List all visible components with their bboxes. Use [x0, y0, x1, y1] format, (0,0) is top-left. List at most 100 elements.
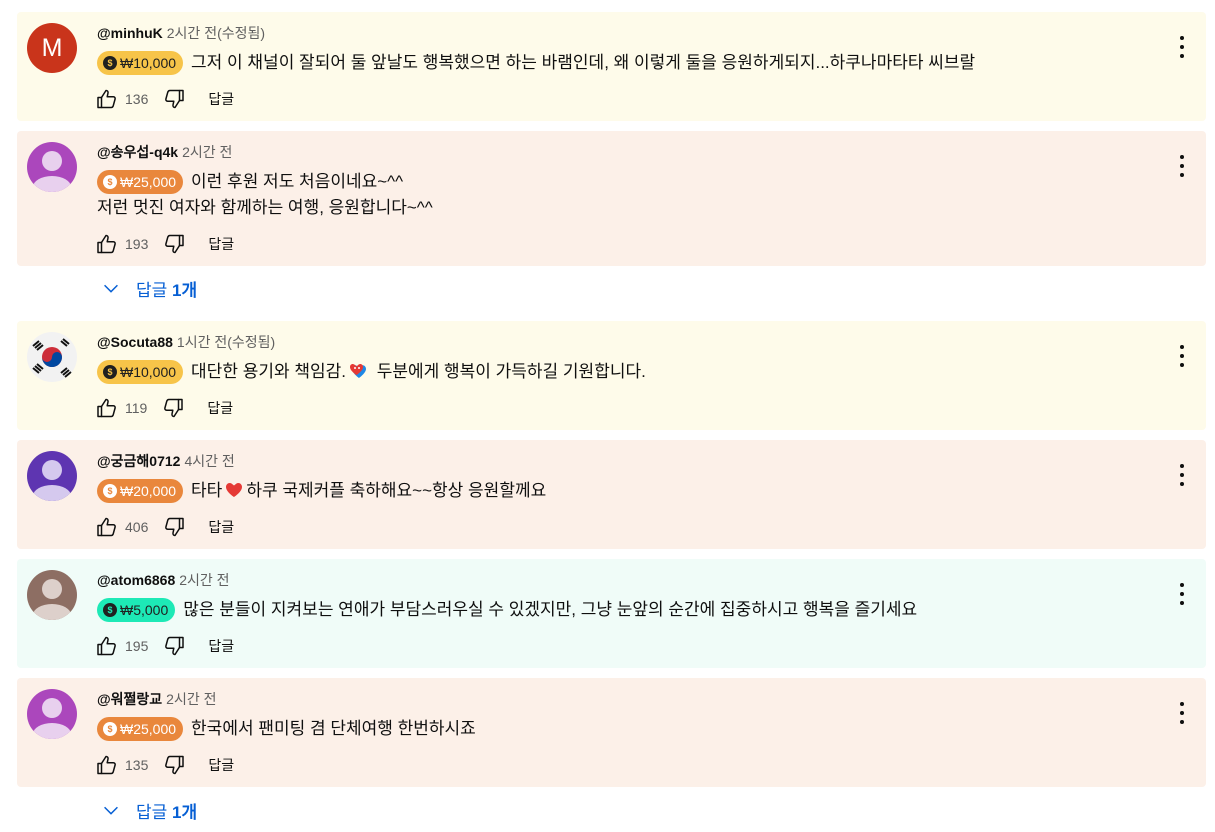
- super-thanks-badge: $ ₩20,000: [97, 478, 184, 503]
- comment-text: 그저 이 채널이 잘되어 둘 앞날도 행복했으면 하는 바램인데, 왜 이렇게 …: [191, 53, 976, 72]
- comment-timestamp[interactable]: 2시간 전(수정됨): [167, 25, 265, 41]
- comment-body: $ ₩20,000 타타 하쿠 국제커플 축하해요~~항상 응원할께요: [97, 478, 547, 505]
- comment-text: 두분에게 행복이 가득하길 기원합니다.: [371, 362, 646, 381]
- comment-header: @atom6868 2시간 전: [97, 571, 230, 589]
- avatar[interactable]: [27, 689, 77, 739]
- comment-text: 대단한 용기와 책임감.: [191, 362, 346, 381]
- like-button[interactable]: [95, 232, 119, 256]
- more-vertical-icon[interactable]: [1176, 155, 1188, 177]
- comment-text: 많은 분들이 지켜보는 연애가 부담스러우실 수 있겠지만, 그냥 눈앞의 순간…: [183, 600, 918, 619]
- super-thanks-badge: $ ₩25,000: [97, 716, 184, 741]
- dislike-button[interactable]: [162, 634, 186, 658]
- avatar[interactable]: M: [27, 23, 77, 73]
- author-name[interactable]: @송우섭-q4k: [97, 144, 178, 160]
- more-vertical-icon[interactable]: [1176, 702, 1188, 724]
- like-count: 136: [125, 91, 149, 107]
- dislike-button[interactable]: [161, 396, 185, 420]
- comment-text: 이런 후원 저도 처음이네요~^^: [191, 172, 404, 191]
- author-name[interactable]: @atom6868: [97, 572, 175, 588]
- like-button[interactable]: [95, 87, 119, 111]
- reply-button[interactable]: 답글: [208, 755, 234, 775]
- more-vertical-icon[interactable]: [1176, 36, 1188, 58]
- comment-actions: 193 답글: [95, 231, 234, 257]
- default-avatar-icon: [27, 451, 77, 501]
- super-thanks-coin-icon: $: [103, 483, 117, 498]
- comment-text: 하쿠 국제커플 축하해요~~항상 응원할께요: [246, 481, 547, 500]
- avatar[interactable]: [27, 332, 77, 382]
- thumb-down-icon: [165, 636, 185, 656]
- comment-thread: @Socuta88 1시간 전(수정됨) $ ₩10,000 대단한 용기와 책임감.…: [17, 321, 1206, 430]
- comment-actions: 135 답글: [95, 752, 234, 778]
- more-vertical-icon[interactable]: [1176, 345, 1188, 367]
- like-button[interactable]: [95, 396, 119, 420]
- comment-header: @송우섭-q4k 2시간 전: [97, 143, 232, 161]
- more-vertical-icon[interactable]: [1176, 464, 1188, 486]
- avatar[interactable]: [27, 142, 77, 192]
- replies-label: 답글: [136, 802, 168, 822]
- comment-line: $ ₩10,000 대단한 용기와 책임감. 두분에게 행복이 가득하길 기원합니다…: [97, 359, 646, 386]
- comment-body: $ ₩5,000 많은 분들이 지켜보는 연애가 부담스러우실 수 있겠지만, 그냥…: [97, 597, 918, 624]
- super-thanks-badge: $ ₩10,000: [97, 50, 184, 75]
- like-button[interactable]: [95, 753, 119, 777]
- comment-thread: @궁금해0712 4시간 전 $ ₩20,000 타타 하쿠 국제커플 축하해요~~항상…: [17, 440, 1206, 549]
- like-button[interactable]: [95, 634, 119, 658]
- author-name[interactable]: @궁금해0712: [97, 453, 180, 469]
- thumb-down-icon: [164, 398, 184, 418]
- comment-text: 타타: [191, 481, 223, 500]
- view-replies-button[interactable]: 답글 1개: [100, 275, 197, 301]
- donation-amount: ₩10,000: [120, 54, 177, 71]
- comment-timestamp[interactable]: 1시간 전(수정됨): [177, 334, 275, 350]
- comment-header: @궁금해0712 4시간 전: [97, 452, 235, 470]
- author-name[interactable]: @Socuta88: [97, 334, 173, 350]
- chevron-down-icon: [104, 284, 118, 293]
- dislike-button[interactable]: [162, 232, 186, 256]
- comment-timestamp[interactable]: 4시간 전: [184, 453, 234, 469]
- reply-button[interactable]: 답글: [208, 89, 234, 109]
- dislike-button[interactable]: [162, 515, 186, 539]
- comment-body: $ ₩25,000 이런 후원 저도 처음이네요~^^ 저런 멋진 여자와 함께하는…: [97, 169, 433, 222]
- replies-count: 1개: [172, 802, 198, 822]
- donation-amount: ₩20,000: [120, 482, 177, 499]
- comment-line: $ ₩20,000 타타 하쿠 국제커플 축하해요~~항상 응원할께요: [97, 478, 547, 505]
- comment-header: @Socuta88 1시간 전(수정됨): [97, 333, 275, 351]
- comment-text: 한국에서 팬미팅 겸 단체여행 한번하시죠: [191, 719, 476, 738]
- comment-header: @워쩔랑교 2시간 전: [97, 690, 217, 708]
- thumb-up-icon: [97, 398, 116, 418]
- super-thanks-coin-icon: $: [103, 55, 117, 70]
- donation-amount: ₩10,000: [120, 363, 177, 380]
- reply-button[interactable]: 답글: [208, 517, 234, 537]
- blue-heart-emoji: [349, 363, 366, 378]
- chevron-down-icon: [104, 806, 118, 815]
- comment-line: $ ₩25,000 한국에서 팬미팅 겸 단체여행 한번하시죠: [97, 716, 476, 743]
- thumb-down-icon: [165, 755, 185, 775]
- comment-timestamp[interactable]: 2시간 전: [166, 691, 216, 707]
- donation-amount: ₩25,000: [120, 173, 177, 190]
- like-count: 193: [125, 236, 149, 252]
- super-thanks-coin-icon: $: [103, 721, 117, 736]
- comment-body: $ ₩25,000 한국에서 팬미팅 겸 단체여행 한번하시죠: [97, 716, 476, 743]
- comment-timestamp[interactable]: 2시간 전: [179, 572, 229, 588]
- super-thanks-badge: $ ₩5,000: [97, 597, 176, 622]
- reply-button[interactable]: 답글: [207, 398, 233, 418]
- reply-button[interactable]: 답글: [208, 636, 234, 656]
- comment-actions: 136 답글: [95, 86, 234, 112]
- author-name[interactable]: @minhuK: [97, 25, 163, 41]
- more-vertical-icon[interactable]: [1176, 583, 1188, 605]
- view-replies-button[interactable]: 답글 1개: [100, 797, 197, 823]
- author-name[interactable]: @워쩔랑교: [97, 691, 162, 707]
- dislike-button[interactable]: [162, 753, 186, 777]
- comment-actions: 119 답글: [95, 395, 233, 421]
- avatar-letter: M: [41, 33, 63, 62]
- replies-count: 1개: [172, 280, 198, 300]
- donation-amount: ₩25,000: [120, 720, 177, 737]
- avatar[interactable]: [27, 451, 77, 501]
- super-thanks-coin-icon: $: [103, 364, 117, 379]
- thumb-up-icon: [97, 636, 116, 656]
- dislike-button[interactable]: [162, 87, 186, 111]
- avatar[interactable]: [27, 570, 77, 620]
- comment-timestamp[interactable]: 2시간 전: [182, 144, 232, 160]
- like-button[interactable]: [95, 515, 119, 539]
- reply-button[interactable]: 답글: [208, 234, 234, 254]
- like-count: 195: [125, 638, 149, 654]
- thumb-up-icon: [97, 755, 116, 775]
